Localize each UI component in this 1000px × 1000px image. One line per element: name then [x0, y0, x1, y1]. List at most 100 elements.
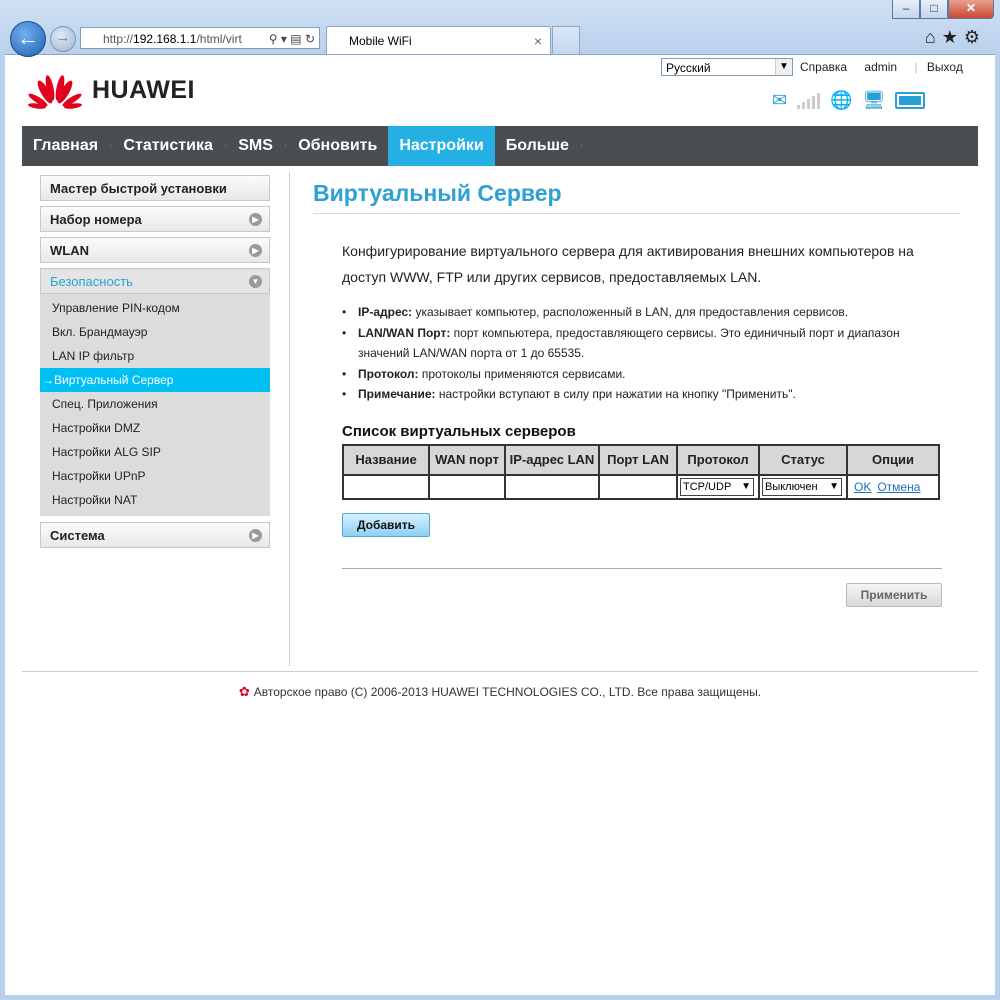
status-select[interactable]: Выключен ▼: [762, 477, 842, 496]
help-bullets: IP-адрес: указывает компьютер, расположе…: [342, 302, 942, 405]
logout-link[interactable]: Выход: [927, 60, 963, 74]
battery-icon: [895, 92, 926, 109]
monitor-icon: 🖥: [862, 90, 886, 110]
col-options: Опции: [846, 443, 940, 476]
search-icon[interactable]: ⚲: [269, 32, 278, 46]
back-button[interactable]: ←: [10, 21, 46, 57]
submenu-virtual-server[interactable]: →Виртуальный Сервер: [40, 368, 270, 392]
main-content: Виртуальный Сервер Конфигурирование вирт…: [313, 180, 960, 607]
dropdown-icon[interactable]: ▾: [281, 32, 287, 46]
submenu-dmz[interactable]: Настройки DMZ: [40, 416, 270, 440]
forward-button[interactable]: →: [50, 26, 76, 52]
address-host: 192.168.1.1: [133, 32, 197, 46]
submenu-pin-management[interactable]: Управление PIN-кодом: [40, 296, 270, 320]
lan-port-cell[interactable]: [598, 473, 678, 500]
active-arrow-icon: →: [42, 373, 54, 387]
sidebar-item-security[interactable]: Безопасность ▼: [40, 268, 270, 294]
protocol-cell: TCP/UDP ▼: [676, 473, 760, 500]
page-title: Виртуальный Сервер: [313, 180, 960, 214]
close-window-button[interactable]: ✕: [948, 0, 994, 19]
submenu-nat[interactable]: Настройки NAT: [40, 488, 270, 512]
bullet-text: протоколы применяются сервисами.: [418, 366, 626, 381]
options-cell: OK Отмена: [846, 473, 940, 500]
nav-more[interactable]: Больше: [495, 126, 580, 166]
col-wan-port: WAN порт: [428, 443, 506, 476]
chevron-right-icon: ▶: [249, 213, 262, 226]
sidebar-divider: [289, 172, 290, 666]
sidebar-item-label: Набор номера: [50, 212, 142, 227]
bullet-term: Протокол:: [358, 366, 419, 381]
sidebar-item-dialup[interactable]: Набор номера ▶: [40, 206, 270, 232]
close-tab-icon[interactable]: ×: [534, 27, 542, 55]
sidebar-item-label: Система: [50, 528, 105, 543]
refresh-icon[interactable]: ↻: [305, 32, 315, 46]
virtual-server-table: Название WAN порт IP-адрес LAN Порт LAN …: [342, 443, 940, 500]
col-protocol: Протокол: [676, 443, 760, 476]
bullet-text: указывает компьютер, расположенный в LAN…: [412, 305, 849, 319]
nav-home[interactable]: Главная: [22, 126, 109, 166]
cancel-link[interactable]: Отмена: [877, 480, 920, 494]
nav-update[interactable]: Обновить: [287, 126, 388, 166]
chevron-down-icon: ▼: [249, 275, 262, 288]
sidebar-item-quick-setup[interactable]: Мастер быстрой установки: [40, 175, 270, 201]
browser-chrome: – □ ✕ ← → http://192.168.1.1/html/virt ⚲…: [0, 0, 1000, 57]
bullet-note: Примечание: настройки вступают в силу пр…: [342, 384, 942, 405]
protocol-select[interactable]: TCP/UDP ▼: [680, 477, 754, 496]
compat-view-icon[interactable]: ▤: [290, 32, 301, 46]
bullet-protocol: Протокол: протоколы применяются сервисам…: [342, 364, 942, 385]
nav-sms[interactable]: SMS: [227, 126, 284, 166]
lan-ip-cell[interactable]: [504, 473, 600, 500]
huawei-flower-icon: [28, 75, 82, 109]
browser-tab[interactable]: Mobile WiFi ×: [326, 26, 551, 54]
ok-link[interactable]: OK: [854, 480, 871, 494]
envelope-icon[interactable]: ✉: [772, 90, 787, 111]
address-bar[interactable]: http://192.168.1.1/html/virt ⚲ ▾ ▤ ↻: [80, 27, 320, 49]
favorites-star-icon[interactable]: ★: [942, 27, 964, 47]
chevron-right-icon: ▶: [249, 529, 262, 542]
footer-divider: [22, 671, 978, 672]
window-frame-left: [0, 54, 5, 1000]
window-frame-bottom: [0, 995, 1000, 1000]
page-description: Конфигурирование виртуального сервера дл…: [342, 243, 914, 285]
minimize-button[interactable]: –: [892, 0, 920, 19]
new-tab-button[interactable]: [552, 26, 580, 54]
protocol-value: TCP/UDP: [683, 480, 732, 493]
submenu-special-apps[interactable]: Спец. Приложения: [40, 392, 270, 416]
sidebar-item-system[interactable]: Система ▶: [40, 522, 270, 548]
help-link[interactable]: Справка: [800, 60, 847, 74]
bullet-text: настройки вступают в силу при нажатии на…: [435, 387, 796, 401]
submenu-lan-ip-filter[interactable]: LAN IP фильтр: [40, 344, 270, 368]
table-row: TCP/UDP ▼ Выключен ▼ OK Отмена: [342, 473, 940, 500]
sidebar-item-wlan[interactable]: WLAN ▶: [40, 237, 270, 263]
submenu-alg-sip[interactable]: Настройки ALG SIP: [40, 440, 270, 464]
bullet-term: IP-адрес:: [358, 305, 413, 319]
top-links: Справка admin | Выход: [800, 60, 977, 74]
tab-title: Mobile WiFi: [349, 34, 412, 48]
apply-button[interactable]: Применить: [846, 583, 942, 607]
maximize-button[interactable]: □: [920, 0, 948, 19]
add-button[interactable]: Добавить: [342, 513, 430, 537]
window-frame-right: [995, 54, 1000, 1000]
name-cell[interactable]: [342, 473, 430, 500]
bullet-ip: IP-адрес: указывает компьютер, расположе…: [342, 302, 942, 323]
signal-icon: [797, 92, 821, 109]
huawei-flower-icon: ✿: [238, 684, 250, 699]
language-select[interactable]: Русский ▼: [661, 58, 793, 76]
submenu-firewall[interactable]: Вкл. Брандмауэр: [40, 320, 270, 344]
divider: |: [914, 60, 918, 74]
user-name: admin: [864, 60, 898, 74]
status-cell: Выключен ▼: [758, 473, 848, 500]
wan-port-cell[interactable]: [428, 473, 506, 500]
nav-settings[interactable]: Настройки: [388, 126, 495, 166]
col-name: Название: [342, 443, 430, 476]
settings-gear-icon[interactable]: ⚙: [964, 27, 986, 47]
main-nav: Главная · Статистика · SMS · Обновить Настр…: [22, 126, 978, 166]
security-submenu: Управление PIN-кодом Вкл. Брандмауэр LAN…: [40, 294, 270, 516]
col-lan-port: Порт LAN: [598, 443, 678, 476]
status-icons: ✉ 🌐 🖥: [772, 90, 926, 111]
submenu-upnp[interactable]: Настройки UPnP: [40, 464, 270, 488]
chevron-down-icon: ▼: [741, 480, 751, 492]
list-title: Список виртуальных серверов: [342, 422, 576, 440]
nav-statistics[interactable]: Статистика: [112, 126, 223, 166]
home-icon[interactable]: ⌂: [925, 27, 942, 47]
